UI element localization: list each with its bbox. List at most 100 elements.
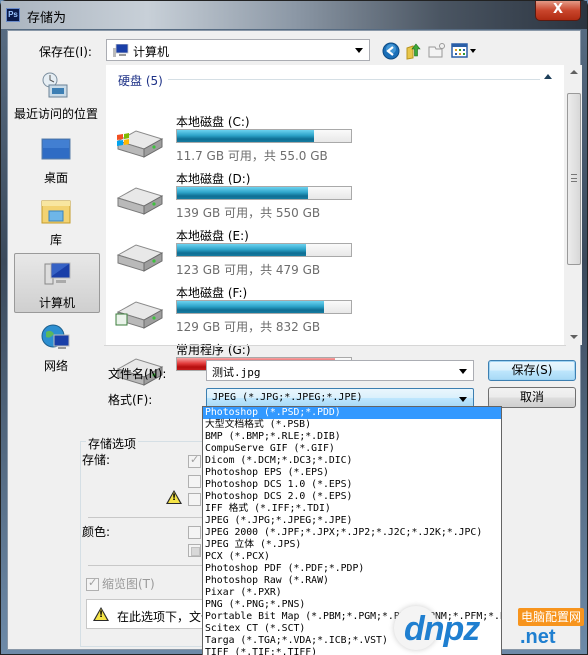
photoshop-app-icon: Ps [6, 8, 20, 22]
format-option[interactable]: PCX (*.PCX) [203, 551, 501, 563]
scrollbar-thumb[interactable] [567, 93, 581, 265]
divider [104, 345, 566, 346]
drive-free-space: 139 GB 可用，共 550 GB [176, 206, 321, 220]
save-button[interactable]: 保存(S) [488, 360, 576, 381]
format-option[interactable]: Photoshop DCS 1.0 (*.EPS) [203, 479, 501, 491]
save-option-checkbox-3[interactable] [188, 493, 201, 506]
places-bar: 最近访问的位置 桌面 库 计算机 网络 [8, 65, 104, 375]
back-icon[interactable] [382, 42, 400, 60]
format-label: 格式(F): [108, 393, 153, 407]
place-desktop[interactable]: 桌面 [8, 129, 104, 191]
close-button[interactable]: X [535, 1, 581, 21]
view-menu-icon[interactable] [451, 42, 477, 60]
file-list[interactable]: 硬盘 (5) 本地磁盘 (C:) 11.7 GB 可用，共 55.0 GB 本地磁盘… [106, 65, 564, 386]
save-option-checkbox-1[interactable] [188, 453, 201, 468]
title-bar[interactable]: Ps 存储为 X [1, 1, 587, 29]
scroll-up-arrow-icon[interactable] [570, 70, 578, 74]
scroll-down-arrow-icon[interactable] [570, 335, 578, 339]
drive-usage-bar [176, 243, 352, 257]
chevron-down-icon[interactable] [459, 369, 467, 374]
libraries-icon [41, 200, 71, 224]
drive-name: 本地磁盘 (C:) [176, 115, 250, 129]
format-option[interactable]: Pixar (*.PXR) [203, 587, 501, 599]
up-folder-icon[interactable] [405, 42, 423, 60]
drive-free-space: 129 GB 可用，共 832 GB [176, 320, 321, 334]
hard-drive-icon [115, 301, 164, 329]
save-label: 存储: [82, 453, 111, 467]
warning-icon [166, 490, 182, 504]
format-option[interactable]: Photoshop EPS (*.EPS) [203, 467, 501, 479]
save-in-value: 计算机 [133, 45, 170, 59]
drive-free-space: 123 GB 可用，共 479 GB [176, 263, 321, 277]
drive-name: 本地磁盘 (F:) [176, 286, 248, 300]
format-option[interactable]: Photoshop (*.PSD;*.PDD) [203, 407, 501, 419]
place-label: 最近访问的位置 [13, 107, 98, 121]
network-icon [41, 324, 70, 349]
recent-places-icon [42, 72, 68, 98]
drive-free-space: 11.7 GB 可用，共 55.0 GB [176, 149, 328, 163]
drive-item[interactable]: 本地磁盘 (F:) 129 GB 可用，共 832 GB [114, 284, 354, 340]
cancel-button[interactable]: 取消 [488, 387, 576, 408]
format-option[interactable]: BMP (*.BMP;*.RLE;*.DIB) [203, 431, 501, 443]
place-label: 计算机 [38, 296, 75, 310]
computer-icon [44, 262, 71, 285]
place-network[interactable]: 网络 [8, 317, 104, 379]
warning-icon [93, 607, 109, 621]
group-header-hard-drives[interactable]: 硬盘 (5) [118, 72, 163, 89]
save-options-panel: 存储选项 存储: 颜色: 缩览图(T) 在此选项下，文件 [80, 435, 220, 651]
color-option-checkbox-1[interactable] [188, 526, 201, 539]
save-as-dialog: Ps 存储为 X 保存在(I): 计算机 最近访问的位置 桌面 库 计算机 网络… [0, 0, 588, 655]
drive-item[interactable]: 本地磁盘 (D:) 139 GB 可用，共 550 GB [114, 170, 354, 226]
drive-usage-bar [176, 129, 352, 143]
format-value: JPEG (*.JPG;*.JPEG;*.JPE) [212, 392, 363, 403]
vertical-scrollbar[interactable] [566, 65, 582, 345]
place-libraries[interactable]: 库 [8, 191, 104, 253]
format-option[interactable]: Photoshop PDF (*.PDF;*.PDP) [203, 563, 501, 575]
drive-item[interactable]: 本地磁盘 (C:) 11.7 GB 可用，共 55.0 GB [114, 113, 354, 169]
drive-name: 本地磁盘 (D:) [176, 172, 251, 186]
format-option[interactable]: IFF 格式 (*.IFF;*.TDI) [203, 503, 501, 515]
save-in-label: 保存在(I): [39, 45, 92, 59]
grip-icon [571, 174, 577, 182]
save-option-checkbox-2[interactable] [188, 475, 201, 488]
format-option[interactable]: 大型文档格式 (*.PSB) [203, 419, 501, 431]
desktop-icon [41, 138, 71, 160]
chevron-down-icon [459, 397, 467, 402]
thumbnail-label: 缩览图(T) [102, 577, 155, 591]
color-label: 颜色: [82, 525, 111, 539]
format-option[interactable]: JPEG (*.JPG;*.JPEG;*.JPE) [203, 515, 501, 527]
drive-usage-fill [177, 244, 306, 256]
filename-value: 测试.jpg [212, 366, 261, 379]
thumbnail-checkbox[interactable] [86, 576, 99, 591]
drive-usage-fill [177, 301, 325, 313]
place-computer[interactable]: 计算机 [14, 253, 100, 313]
warning-message-box: 在此选项下，文件 [86, 599, 220, 629]
group-divider [168, 79, 540, 80]
format-option[interactable]: CompuServe GIF (*.GIF) [203, 443, 501, 455]
watermark-brand: dnpz [404, 610, 480, 648]
format-option[interactable]: JPEG 2000 (*.JPF;*.JPX;*.JP2;*.J2C;*.J2K… [203, 527, 501, 539]
format-option[interactable]: Photoshop Raw (*.RAW) [203, 575, 501, 587]
drive-item[interactable]: 本地磁盘 (E:) 123 GB 可用，共 479 GB [114, 227, 354, 283]
watermark-badge: 电脑配置网 [518, 608, 584, 626]
drive-name: 本地磁盘 (E:) [176, 229, 249, 243]
chevron-down-icon [355, 48, 363, 53]
drive-usage-fill [177, 130, 315, 142]
color-option-checkbox-2[interactable] [188, 544, 201, 557]
collapse-group-icon[interactable] [544, 74, 552, 79]
warning-text: 在此选项下，文件 [117, 610, 214, 624]
new-folder-icon[interactable] [428, 42, 446, 60]
format-option[interactable]: Photoshop DCS 2.0 (*.EPS) [203, 491, 501, 503]
save-options-title: 存储选项 [86, 435, 139, 452]
format-dropdown[interactable]: JPEG (*.JPG;*.JPEG;*.JPE) [206, 388, 474, 408]
place-recent[interactable]: 最近访问的位置 [8, 65, 104, 127]
place-label: 桌面 [43, 171, 68, 185]
filename-input[interactable]: 测试.jpg [206, 360, 474, 381]
computer-icon [113, 44, 129, 57]
place-label: 网络 [43, 359, 68, 373]
format-option[interactable]: JPEG 立体 (*.JPS) [203, 539, 501, 551]
format-option[interactable]: Dicom (*.DCM;*.DC3;*.DIC) [203, 455, 501, 467]
thumbnail-option[interactable]: 缩览图(T) [86, 575, 155, 592]
drive-usage-bar [176, 300, 352, 314]
save-in-dropdown[interactable]: 计算机 [106, 39, 370, 61]
